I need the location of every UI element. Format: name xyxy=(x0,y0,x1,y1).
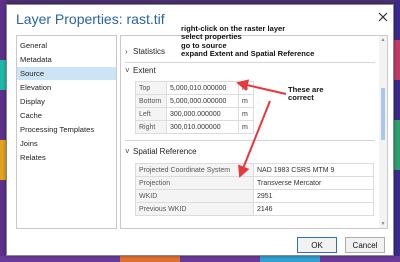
arrow-to-extent xyxy=(236,79,287,95)
annotation-arrows xyxy=(236,79,287,178)
arrow-to-spatial-reference xyxy=(238,100,271,178)
